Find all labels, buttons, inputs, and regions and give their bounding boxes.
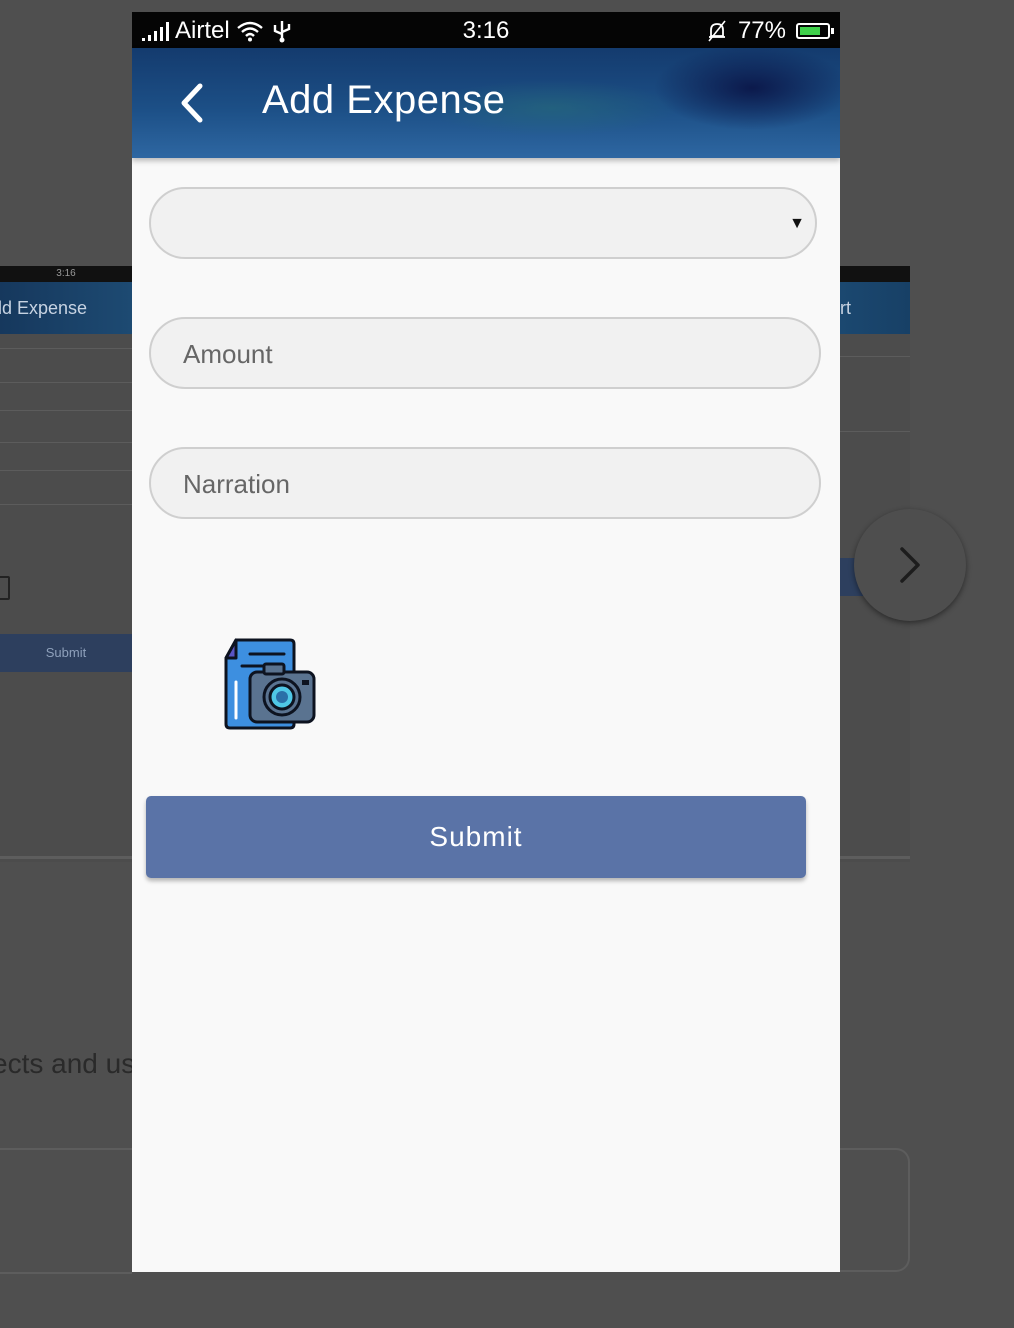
divider	[0, 382, 132, 383]
divider	[0, 348, 132, 349]
amount-placeholder: Amount	[183, 339, 273, 369]
category-dropdown[interactable]: ▼	[149, 187, 817, 259]
divider	[840, 856, 910, 859]
background-card	[0, 1148, 132, 1274]
back-button[interactable]	[172, 78, 212, 128]
narration-placeholder: Narration	[183, 469, 290, 499]
background-left-status-time: 3:16	[0, 266, 132, 282]
background-camera-icon	[0, 576, 10, 600]
amount-input[interactable]: Amount	[149, 317, 821, 389]
divider	[0, 442, 132, 443]
status-bar: Airtel 3:16 77%	[132, 12, 840, 48]
background-right-title: rt	[840, 282, 910, 334]
divider	[0, 470, 132, 471]
background-right-status-bar	[840, 266, 910, 282]
page-title: Add Expense	[262, 78, 506, 122]
background-description-text: ects and us	[0, 1048, 132, 1079]
background-left-screen: 3:16 dd Expense Submit	[0, 266, 132, 862]
chevron-left-icon	[181, 83, 203, 123]
background-left-title: dd Expense	[0, 282, 132, 334]
bell-muted-icon	[708, 20, 726, 42]
phone-screen: Airtel 3:16 77% Add Expense ▼ Amount Nar…	[132, 12, 840, 1272]
battery-percent: 77%	[737, 17, 786, 44]
divider	[0, 410, 132, 411]
attach-photo-button[interactable]	[224, 634, 318, 730]
app-bar: Add Expense	[132, 48, 840, 158]
background-card	[840, 1148, 910, 1272]
status-right-group: 77%	[706, 17, 834, 45]
divider	[0, 504, 132, 505]
next-screenshot-button[interactable]	[854, 509, 966, 621]
background-submit-button: Submit	[0, 634, 132, 672]
submit-button[interactable]: Submit	[146, 796, 806, 878]
dropdown-arrow-icon: ▼	[789, 215, 805, 232]
chevron-right-icon	[900, 547, 920, 583]
narration-input[interactable]: Narration	[149, 447, 821, 519]
background-right-box	[840, 356, 910, 432]
battery-icon	[796, 23, 834, 39]
divider	[0, 856, 132, 859]
battery-fill	[800, 27, 821, 35]
document-camera-icon	[224, 638, 316, 730]
